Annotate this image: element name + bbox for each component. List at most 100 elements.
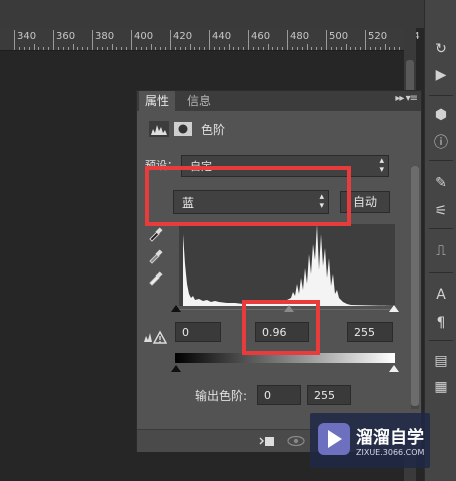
panel-scrollbar-thumb[interactable]	[411, 166, 419, 406]
chevron-updown-icon: ▴ ▾	[379, 156, 384, 175]
white-point-eyedropper-icon[interactable]	[147, 270, 163, 286]
ruler-tick	[121, 47, 123, 50]
tool-separator	[429, 160, 453, 161]
ruler-tick	[267, 44, 269, 50]
tool-separator	[429, 272, 453, 273]
ruler-tick	[301, 47, 303, 50]
ruler-tick	[257, 47, 259, 50]
ruler-tick	[330, 47, 332, 50]
ruler-tick	[62, 47, 64, 50]
ruler-tick	[233, 47, 235, 50]
ruler-tick	[365, 30, 366, 50]
ruler-tick	[101, 47, 103, 50]
info-icon[interactable]: ⓘ	[425, 132, 456, 154]
ruler-tick	[155, 47, 157, 50]
ruler-tick	[340, 47, 342, 50]
output-levels-label: 输出色阶:	[195, 389, 248, 403]
horizontal-ruler: 34036038040042044046048050052054	[0, 28, 420, 51]
watermark-title: 溜溜自学	[356, 428, 424, 448]
ruler-tick	[23, 47, 25, 50]
clipping-warning-icon[interactable]	[143, 330, 168, 344]
history-icon[interactable]: ↻	[425, 38, 456, 60]
tab-properties[interactable]: 属性	[139, 91, 176, 111]
eye-icon[interactable]	[287, 435, 305, 447]
properties-panel: 属性 信息 ▸▸ ▾≡ 色阶 预设： 自定 ▴ ▾ 0 0.96 255 输出色…	[136, 90, 422, 452]
ruler-label: 340	[17, 31, 37, 42]
char-style-icon[interactable]: ▦	[425, 376, 456, 398]
gray-point-eyedropper-icon[interactable]	[147, 248, 163, 264]
output-white-field[interactable]: 255	[307, 385, 351, 405]
clip-to-layer-icon[interactable]	[259, 435, 275, 447]
ruler-tick	[179, 47, 181, 50]
ruler-tick	[262, 47, 264, 50]
channel-highlight-box	[145, 166, 351, 226]
ruler-tick	[199, 47, 201, 50]
ruler-tick	[72, 44, 74, 50]
ruler-tick	[96, 47, 98, 50]
ruler-tick	[87, 47, 89, 50]
output-black-slider-handle[interactable]	[171, 365, 181, 372]
ruler-tick	[282, 47, 284, 50]
ruler-tick	[111, 44, 113, 50]
ruler-tick	[160, 47, 162, 50]
right-panel-dock: ↻ ▶ ⬢ ⓘ ✎ ⚟ ⎍ A ¶ ▤ ▦	[424, 0, 456, 481]
ruler-tick	[67, 47, 69, 50]
clone-stamp-icon[interactable]: ⎍	[425, 240, 456, 262]
ruler-tick	[369, 47, 371, 50]
ruler-tick	[126, 47, 128, 50]
ruler-tick	[360, 47, 362, 50]
play-icon[interactable]: ▶	[425, 64, 456, 86]
histogram-graph	[183, 224, 395, 306]
ruler-label: 480	[290, 31, 310, 42]
brush-icon[interactable]: ✎	[425, 172, 456, 194]
ruler-tick	[170, 30, 171, 50]
ruler-tick	[218, 47, 220, 50]
ruler-label: 400	[134, 31, 154, 42]
ruler-tick	[248, 30, 249, 50]
input-white-field[interactable]: 255	[347, 322, 393, 342]
input-white-slider-handle[interactable]	[389, 305, 399, 312]
black-point-eyedropper-icon[interactable]	[147, 226, 163, 242]
ruler-tick	[394, 47, 396, 50]
ruler-tick	[116, 47, 118, 50]
ruler-tick	[287, 30, 288, 50]
ruler-tick	[48, 47, 50, 50]
histogram	[179, 224, 395, 306]
ruler-tick	[189, 44, 191, 50]
ruler-tick	[277, 47, 279, 50]
paragraph-icon[interactable]: ¶	[425, 312, 456, 334]
gamma-highlight-box	[242, 300, 320, 355]
ruler-tick	[165, 47, 167, 50]
cube-icon[interactable]: ⬢	[425, 104, 456, 126]
ruler-tick	[18, 47, 20, 50]
ruler-tick	[311, 47, 313, 50]
ruler-tick	[38, 47, 40, 50]
top-bar	[0, 0, 456, 28]
ruler-tick	[374, 47, 376, 50]
ruler-label: 500	[329, 31, 349, 42]
ruler-tick	[296, 47, 298, 50]
ruler-tick	[345, 44, 347, 50]
mask-icon[interactable]	[173, 121, 193, 137]
ruler-tick	[28, 47, 30, 50]
panel-menu-button[interactable]: ▸▸ ▾≡	[395, 93, 418, 104]
ruler-tick	[355, 47, 357, 50]
tab-info[interactable]: 信息	[181, 91, 217, 111]
output-white-slider-handle[interactable]	[389, 365, 399, 372]
input-black-field[interactable]: 0	[175, 322, 221, 342]
ruler-tick	[106, 47, 108, 50]
input-black-slider-handle[interactable]	[171, 305, 181, 312]
ruler-tick	[213, 47, 215, 50]
character-icon[interactable]: A	[425, 284, 456, 306]
paragraph-style-icon[interactable]: ▤	[425, 350, 456, 372]
adjust-icon[interactable]: ⚟	[425, 200, 456, 222]
ruler-tick	[43, 47, 45, 50]
ruler-tick	[399, 47, 401, 50]
levels-icon	[149, 121, 169, 137]
ruler-label: 440	[212, 31, 232, 42]
panel-title: 色阶	[201, 123, 226, 137]
tool-separator	[429, 340, 453, 341]
output-black-field[interactable]: 0	[257, 385, 301, 405]
ruler-tick	[14, 30, 15, 50]
ruler-tick	[306, 44, 308, 50]
